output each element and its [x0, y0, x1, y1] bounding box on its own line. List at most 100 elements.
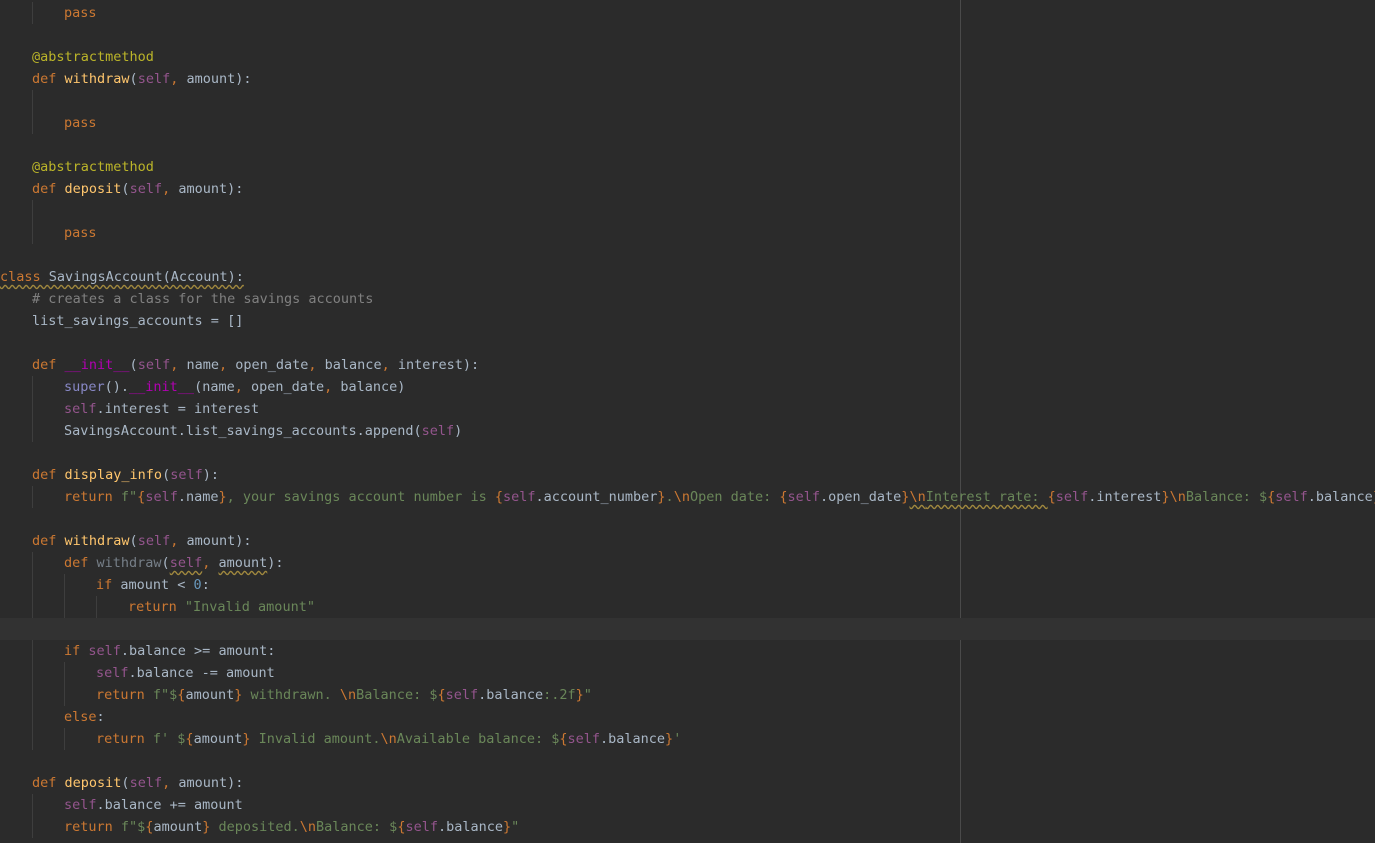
code-token: ( [121, 181, 130, 197]
code-line[interactable] [0, 442, 1375, 464]
code-line[interactable]: return f"{self.name}, your savings accou… [0, 486, 1375, 508]
code-token: deposit [64, 775, 122, 791]
code-token: self [421, 423, 455, 439]
indent-guide [64, 574, 65, 596]
code-token: f"$ [120, 819, 146, 835]
code-token: SavingsAccount.list_savings_accounts.app… [64, 423, 422, 439]
code-line[interactable]: def __init__(self, name, open_date, bala… [0, 354, 1375, 376]
code-line[interactable]: if amount < 0: [0, 574, 1375, 596]
code-token: self [1055, 489, 1089, 505]
code-line[interactable]: def display_info(self): [0, 464, 1375, 486]
code-line[interactable] [0, 200, 1375, 222]
code-line[interactable]: pass [0, 2, 1375, 24]
code-token: amount [218, 555, 268, 571]
code-line[interactable] [0, 90, 1375, 112]
code-token: self [137, 357, 171, 373]
code-token: return [64, 489, 121, 505]
code-token: self [64, 401, 97, 417]
code-token: .balance [1307, 489, 1373, 505]
code-token: amount): [186, 71, 252, 87]
code-line[interactable]: def deposit(self, amount): [0, 178, 1375, 200]
code-token: .balance += amount [96, 797, 243, 813]
indent-guide [64, 684, 65, 706]
code-line[interactable]: self.balance -= amount [0, 662, 1375, 684]
code-token: , [170, 71, 187, 87]
code-token: , [234, 379, 251, 395]
code-token: super [64, 379, 105, 395]
code-token: self [170, 467, 203, 483]
code-line[interactable]: pass [0, 222, 1375, 244]
code-line[interactable]: return f' ${amount} Invalid amount.\nAva… [0, 728, 1375, 750]
code-line[interactable]: return f"$ {amount} withdrawn. \nBalance:… [0, 684, 1375, 706]
code-line[interactable]: def withdraw(self, amount): [0, 530, 1375, 552]
code-line[interactable]: def deposit(self, amount): [0, 772, 1375, 794]
indent-guide [32, 552, 33, 574]
code-token: withdraw [64, 533, 130, 549]
code-line[interactable]: # creates a class for the savings accoun… [0, 288, 1375, 310]
code-token: , [218, 357, 236, 373]
code-editor[interactable]: pass @abstractmethod def withdraw(self, am… [0, 2, 1375, 838]
code-token: def [64, 555, 97, 571]
code-token: f' $ [152, 731, 186, 747]
code-line[interactable] [0, 134, 1375, 156]
code-token: amount): [186, 533, 252, 549]
code-token: amount [185, 687, 235, 703]
code-line[interactable]: @abstractmethod [0, 46, 1375, 68]
code-token: list_savings_accounts = [] [32, 313, 244, 329]
code-token: .balance -= amount [128, 665, 275, 681]
code-line[interactable]: def withdraw(self, amount): [0, 552, 1375, 574]
code-token: ( [161, 555, 170, 571]
code-line[interactable] [0, 508, 1375, 530]
code-token: class [0, 269, 49, 285]
code-token: ( [121, 775, 130, 791]
code-line[interactable]: else: [0, 706, 1375, 728]
code-token: \n [339, 687, 357, 703]
code-token: "Invalid amount" [184, 599, 315, 615]
code-line[interactable]: @abstractmethod [0, 156, 1375, 178]
code-line[interactable]: self.interest = interest [0, 398, 1375, 420]
code-token: SavingsAccount(Account): [48, 269, 244, 285]
code-token: self [129, 775, 163, 791]
code-token: .account_number [535, 489, 658, 505]
code-token: .interest [1088, 489, 1162, 505]
code-token: return [64, 819, 121, 835]
code-line[interactable]: super().__init__(name, open_date, balanc… [0, 376, 1375, 398]
code-token: ) [454, 423, 463, 439]
code-token: (). [104, 379, 130, 395]
code-token: @abstractmethod [32, 159, 154, 175]
code-token: .balance >= amount: [120, 643, 276, 659]
indent-guide [32, 816, 33, 838]
current-line[interactable] [0, 618, 1375, 640]
code-token: , [308, 357, 325, 373]
code-token: self [169, 555, 203, 571]
code-line[interactable] [0, 24, 1375, 46]
code-line[interactable]: SavingsAccount.list_savings_accounts.app… [0, 420, 1375, 442]
code-line[interactable] [0, 332, 1375, 354]
code-line[interactable]: return f"${amount} deposited.\nBalance: … [0, 816, 1375, 838]
code-line[interactable]: return "Invalid amount" [0, 596, 1375, 618]
indent-guide [32, 728, 33, 750]
code-token: self [137, 533, 171, 549]
indent-guide [32, 640, 33, 662]
code-line[interactable] [0, 244, 1375, 266]
code-token: ): [267, 555, 284, 571]
code-token: open_date [235, 357, 309, 373]
code-line[interactable]: self.balance += amount [0, 794, 1375, 816]
code-line[interactable]: list_savings_accounts = [] [0, 310, 1375, 332]
code-line[interactable] [0, 750, 1375, 772]
code-line[interactable]: def withdraw(self, amount): [0, 68, 1375, 90]
code-line[interactable]: class SavingsAccount(Account): [0, 266, 1375, 288]
code-token: :.2f [543, 687, 576, 703]
code-token: { [779, 489, 788, 505]
code-line[interactable]: pass [0, 112, 1375, 134]
code-token: withdrawn. [242, 687, 340, 703]
indent-guide [64, 662, 65, 684]
code-line[interactable]: if self.balance >= amount: [0, 640, 1375, 662]
code-token: ): [202, 467, 219, 483]
code-token: , [324, 379, 341, 395]
code-token: def [32, 467, 65, 483]
code-token: if [96, 577, 121, 593]
code-token: balance [324, 357, 382, 373]
code-token: " [511, 819, 520, 835]
code-token: deposited. [210, 819, 300, 835]
